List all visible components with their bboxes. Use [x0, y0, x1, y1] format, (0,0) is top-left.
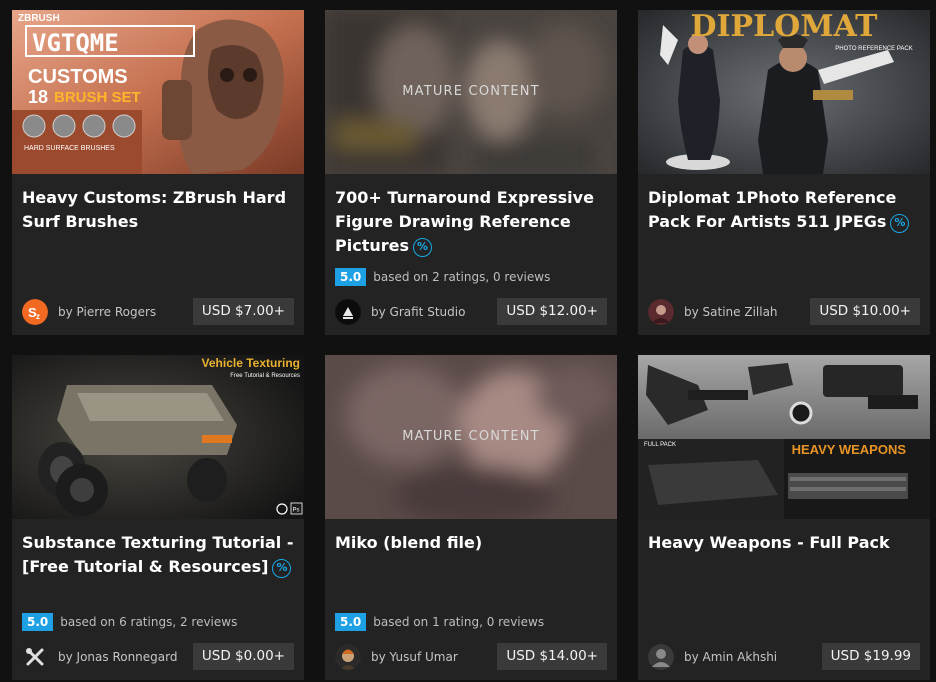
author-name: by Satine Zillah — [684, 305, 778, 319]
avatar — [648, 299, 674, 325]
product-card[interactable]: ZBRUSH VGTQME CUSTOMS 18 BRUSH SET HARD … — [12, 10, 304, 335]
thumb-title-text: Vehicle Texturing — [202, 356, 300, 370]
rating-row: 5.0 based on 6 ratings, 2 reviews — [22, 612, 237, 632]
product-title[interactable]: Heavy Customs: ZBrush Hard Surf Brushes — [22, 186, 298, 234]
product-thumbnail[interactable]: ZBRUSH VGTQME CUSTOMS 18 BRUSH SET HARD … — [12, 10, 304, 174]
product-thumbnail[interactable]: DIPLOMAT PHOTO REFERENCE PACK — [638, 10, 930, 174]
author-link[interactable]: by Grafit Studio — [335, 299, 465, 325]
product-thumbnail[interactable]: FULL PACK HEAVY WEAPONS — [638, 355, 930, 519]
author-link[interactable]: Sz by Pierre Rogers — [22, 299, 156, 325]
watermark-logo: VGTQME — [32, 29, 119, 57]
price-button[interactable]: USD $10.00+ — [810, 298, 920, 325]
author-name: by Pierre Rogers — [58, 305, 157, 319]
mature-content-label: MATURE CONTENT — [402, 84, 540, 99]
product-title[interactable]: 700+ Turnaround Expressive Figure Drawin… — [335, 186, 611, 258]
avatar — [648, 644, 674, 670]
rating-text: based on 6 ratings, 2 reviews — [60, 615, 238, 629]
photoshop-badge: Ps — [293, 508, 300, 514]
rating-text: based on 1 rating, 0 reviews — [373, 615, 545, 629]
percent-icon: % — [272, 559, 292, 578]
product-card[interactable]: Vehicle Texturing Free Tutorial & Resour… — [12, 355, 304, 680]
rating-row: 5.0 based on 1 rating, 0 reviews — [335, 612, 544, 632]
avatar: Sz — [22, 299, 48, 325]
author-name: by Jonas Ronnegard — [58, 650, 178, 664]
thumb-title-text: DIPLOMAT — [690, 10, 878, 44]
avatar — [22, 644, 48, 670]
percent-icon: % — [413, 238, 432, 257]
price-button[interactable]: USD $7.00+ — [192, 298, 294, 325]
thumb-count-text: 18 — [28, 87, 48, 107]
avatar — [335, 299, 361, 325]
product-thumbnail[interactable]: Vehicle Texturing Free Tutorial & Resour… — [12, 355, 304, 519]
price-button[interactable]: USD $12.00+ — [497, 298, 607, 325]
author-name: by Yusuf Umar — [371, 650, 458, 664]
rating-row: 5.0 based on 2 ratings, 0 reviews — [335, 267, 550, 287]
thumb-subtitle-text: PHOTO REFERENCE PACK — [835, 46, 912, 52]
mature-content-label: MATURE CONTENT — [402, 429, 540, 444]
product-title[interactable]: Heavy Weapons - Full Pack — [648, 531, 924, 555]
price-button[interactable]: USD $14.00+ — [497, 643, 607, 670]
rating-badge: 5.0 — [335, 613, 367, 631]
thumb-footer-text: HARD SURFACE BRUSHES — [24, 145, 115, 152]
thumb-title-text: CUSTOMS — [28, 66, 128, 88]
thumb-brand-text: ZBRUSH — [18, 13, 60, 24]
avatar — [335, 644, 361, 670]
rating-badge: 5.0 — [22, 613, 54, 631]
rating-badge: 5.0 — [335, 268, 367, 286]
product-title[interactable]: Miko (blend file) — [335, 531, 611, 555]
product-card[interactable]: MATURE CONTENT 700+ Turnaround Expressiv… — [325, 10, 617, 335]
percent-icon: % — [890, 214, 910, 233]
svg-text:z: z — [36, 312, 40, 321]
thumb-title-text: HEAVY WEAPONS — [792, 442, 907, 457]
product-thumbnail[interactable]: MATURE CONTENT — [325, 355, 617, 519]
thumb-subtitle-text: Free Tutorial & Resources — [230, 373, 300, 379]
product-card[interactable]: MATURE CONTENT Miko (blend file) 5.0 bas… — [325, 355, 617, 680]
author-name: by Grafit Studio — [371, 305, 466, 319]
author-link[interactable]: by Jonas Ronnegard — [22, 644, 177, 670]
thumb-label-text: FULL PACK — [644, 442, 676, 448]
author-link[interactable]: by Yusuf Umar — [335, 644, 458, 670]
author-link[interactable]: by Amin Akhshi — [648, 644, 777, 670]
product-thumbnail[interactable]: MATURE CONTENT — [325, 10, 617, 174]
product-card[interactable]: DIPLOMAT PHOTO REFERENCE PACK Diplomat 1… — [638, 10, 930, 335]
author-name: by Amin Akhshi — [684, 650, 778, 664]
author-link[interactable]: by Satine Zillah — [648, 299, 778, 325]
rating-text: based on 2 ratings, 0 reviews — [373, 270, 551, 284]
thumb-subtitle-text: BRUSH SET — [54, 89, 141, 106]
price-button[interactable]: USD $19.99 — [821, 643, 920, 670]
product-title[interactable]: Substance Texturing Tutorial - [Free Tut… — [22, 531, 298, 579]
product-card[interactable]: FULL PACK HEAVY WEAPONS Heavy Weapons - … — [638, 355, 930, 680]
price-button[interactable]: USD $0.00+ — [192, 643, 294, 670]
product-title[interactable]: Diplomat 1Photo Reference Pack For Artis… — [648, 186, 924, 234]
